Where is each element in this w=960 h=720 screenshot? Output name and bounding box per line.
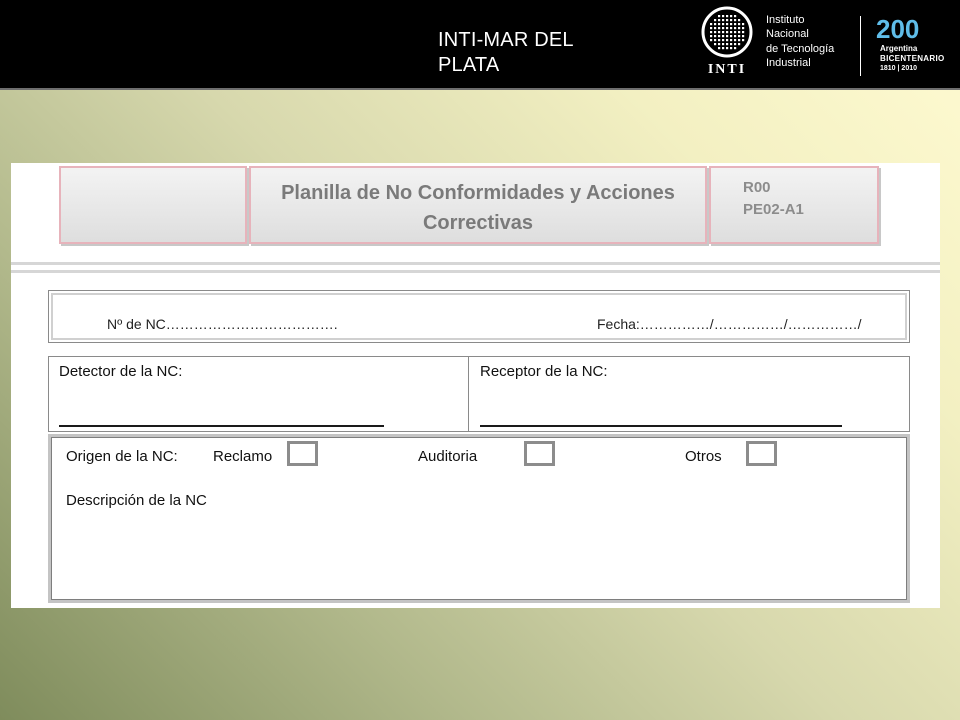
institute-line: Industrial xyxy=(766,56,811,69)
description-label: Descripción de la NC xyxy=(66,492,207,509)
origin-label: Origen de la NC: xyxy=(66,448,178,465)
origin-option-otros-label: Otros xyxy=(685,448,722,465)
form-revision: R00 xyxy=(743,179,771,196)
origin-option-reclamo-label: Reclamo xyxy=(213,448,273,465)
page-title: INTI-MAR DEL PLATA xyxy=(438,29,573,76)
form-code-box: R00 PE02-A1 xyxy=(709,166,879,244)
institute-line: Instituto xyxy=(766,14,805,26)
header-bar: INTI-MAR DEL PLATA INTI Instituto Nacion… xyxy=(0,0,960,90)
divider xyxy=(11,262,940,265)
form-title: Planilla de No Conformidades y Acciones … xyxy=(281,182,675,234)
origin-option-auditoria-label: Auditoria xyxy=(418,448,478,465)
divider xyxy=(11,270,940,273)
reclamo-checkbox[interactable] xyxy=(287,441,318,466)
bicentenario-200-icon: 200 xyxy=(876,14,919,42)
bicentenario-number: 200 xyxy=(876,14,919,42)
inti-emblem-icon xyxy=(701,6,753,58)
receptor-signature-line[interactable] xyxy=(480,425,842,427)
bicentenario-country: Argentina xyxy=(880,44,918,53)
nc-number-label: Nº de NC………………………………. xyxy=(107,316,338,332)
logo-divider xyxy=(860,16,861,76)
bicentenario-logo: 200 Argentina BICENTENARIO 1810 | 2010 xyxy=(876,14,952,78)
origin-inner-border: Origen de la NC: Reclamo Auditoria Otros… xyxy=(51,437,907,600)
otros-checkbox[interactable] xyxy=(746,441,777,466)
institute-line: de Tecnología xyxy=(766,42,835,55)
institute-name: Instituto Nacional de Tecnología Industr… xyxy=(766,13,856,70)
date-label: Fecha:……………/……………/……………/ xyxy=(597,316,862,332)
bicentenario-label: BICENTENARIO xyxy=(880,54,945,63)
inti-logo-text: INTI xyxy=(707,62,747,77)
form-code: PE02-A1 xyxy=(743,201,804,218)
receptor-label: Receptor de la NC: xyxy=(480,363,608,380)
form-document: Planilla de No Conformidades y Acciones … xyxy=(11,163,940,608)
form-logo-box xyxy=(59,166,247,244)
institute-line: Nacional xyxy=(766,28,809,41)
inti-logo: INTI xyxy=(698,6,756,82)
bicentenario-years: 1810 | 2010 xyxy=(880,65,917,72)
detector-label: Detector de la NC: xyxy=(59,363,183,380)
nc-number-row: Nº de NC………………………………. Fecha:……………/……………/… xyxy=(48,290,910,343)
origin-section: Origen de la NC: Reclamo Auditoria Otros… xyxy=(48,434,910,603)
detector-receptor-row: Detector de la NC: Receptor de la NC: xyxy=(48,356,910,432)
detector-signature-line[interactable] xyxy=(59,425,384,427)
auditoria-checkbox[interactable] xyxy=(524,441,555,466)
column-divider xyxy=(468,357,469,431)
form-title-box: Planilla de No Conformidades y Acciones … xyxy=(249,166,707,244)
